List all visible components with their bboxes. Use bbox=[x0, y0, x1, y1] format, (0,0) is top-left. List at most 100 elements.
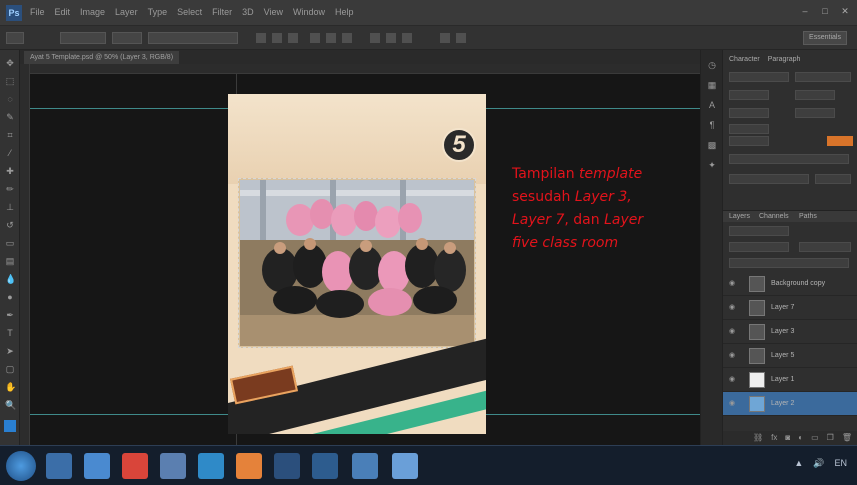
visibility-eye-icon[interactable]: ◉ bbox=[729, 400, 737, 408]
gradient-tool-icon[interactable]: ▤ bbox=[5, 256, 15, 266]
brush-tool-icon[interactable]: ✏ bbox=[5, 184, 15, 194]
adjustment-layer-icon[interactable]: ◐ bbox=[798, 431, 803, 445]
vertical-ruler[interactable] bbox=[20, 64, 30, 445]
document-canvas[interactable]: 5 bbox=[228, 94, 486, 434]
menu-window[interactable]: Window bbox=[293, 7, 325, 17]
eraser-tool-icon[interactable]: ▭ bbox=[5, 238, 15, 248]
layer-row[interactable]: ◉ Layer 3 bbox=[723, 320, 857, 344]
language-indicator[interactable]: EN bbox=[834, 458, 847, 469]
vertical-scale-field[interactable] bbox=[729, 124, 769, 134]
paint-app-icon[interactable] bbox=[392, 453, 418, 479]
3d-mode-icon[interactable] bbox=[440, 33, 450, 43]
office-app-icon[interactable] bbox=[236, 453, 262, 479]
options-checkbox-field[interactable] bbox=[148, 32, 238, 44]
hand-tool-icon[interactable]: ✋ bbox=[5, 382, 16, 392]
layer-row[interactable]: ◉ Layer 5 bbox=[723, 344, 857, 368]
font-family-field[interactable] bbox=[729, 72, 789, 82]
shape-tool-icon[interactable]: ▢ bbox=[5, 364, 15, 374]
vlc-app-icon[interactable] bbox=[198, 453, 224, 479]
eyedropper-tool-icon[interactable]: ⁄ bbox=[5, 148, 15, 158]
media-player-app-icon[interactable] bbox=[84, 453, 110, 479]
options-dropdown-2[interactable] bbox=[112, 32, 142, 44]
photoshop-app-icon[interactable] bbox=[274, 453, 300, 479]
3d-mode-icon[interactable] bbox=[456, 33, 466, 43]
delete-layer-icon[interactable]: 🗑 bbox=[842, 431, 852, 445]
layer-row-selected[interactable]: ◉ Layer 2 bbox=[723, 392, 857, 416]
new-group-icon[interactable]: ▭ bbox=[811, 431, 819, 445]
crop-tool-icon[interactable]: ⌗ bbox=[5, 130, 15, 140]
marquee-tool-icon[interactable]: ⬚ bbox=[5, 76, 15, 86]
link-layers-icon[interactable]: ⛓ bbox=[753, 431, 763, 445]
minimize-icon[interactable]: – bbox=[799, 6, 811, 16]
visibility-eye-icon[interactable]: ◉ bbox=[729, 304, 737, 312]
menu-select[interactable]: Select bbox=[177, 7, 202, 17]
lock-fill-row[interactable] bbox=[729, 258, 849, 268]
align-center-icon[interactable] bbox=[272, 33, 282, 43]
text-style-buttons[interactable] bbox=[729, 154, 849, 164]
menu-filter[interactable]: Filter bbox=[212, 7, 232, 17]
menu-3d[interactable]: 3D bbox=[242, 7, 254, 17]
language-select[interactable] bbox=[729, 174, 809, 184]
layer-row[interactable]: ◉ Layer 1 bbox=[723, 368, 857, 392]
paragraph-icon[interactable]: ¶ bbox=[707, 120, 717, 130]
volume-icon[interactable]: 🔊 bbox=[813, 458, 824, 469]
gmail-app-icon[interactable] bbox=[160, 453, 186, 479]
character-icon[interactable]: A bbox=[707, 100, 717, 110]
document-tab[interactable]: Ayat 5 Template.psd @ 50% (Layer 3, RGB/… bbox=[24, 51, 180, 64]
tab-paths[interactable]: Paths bbox=[799, 213, 817, 220]
pen-tool-icon[interactable]: ✒ bbox=[5, 310, 15, 320]
start-button-icon[interactable] bbox=[6, 451, 36, 481]
layer-filter-select[interactable] bbox=[729, 226, 789, 236]
menu-image[interactable]: Image bbox=[80, 7, 105, 17]
distribute-icon[interactable] bbox=[386, 33, 396, 43]
photoshop-app-icon[interactable] bbox=[312, 453, 338, 479]
tab-paragraph[interactable]: Paragraph bbox=[768, 56, 801, 66]
align-left-icon[interactable] bbox=[256, 33, 266, 43]
visibility-eye-icon[interactable]: ◉ bbox=[729, 328, 737, 336]
blur-tool-icon[interactable]: 💧 bbox=[5, 274, 16, 284]
menu-help[interactable]: Help bbox=[335, 7, 354, 17]
visibility-eye-icon[interactable]: ◉ bbox=[729, 376, 737, 384]
align-right-icon[interactable] bbox=[288, 33, 298, 43]
history-icon[interactable]: ◷ bbox=[707, 60, 717, 70]
folder-app-icon[interactable] bbox=[352, 453, 378, 479]
tray-arrow-icon[interactable]: ▲ bbox=[794, 458, 803, 469]
move-tool-icon[interactable]: ✥ bbox=[5, 58, 15, 68]
align-bottom-icon[interactable] bbox=[342, 33, 352, 43]
visibility-eye-icon[interactable]: ◉ bbox=[729, 280, 737, 288]
chrome-app-icon[interactable] bbox=[122, 453, 148, 479]
layer-row[interactable]: ◉ Layer 7 bbox=[723, 296, 857, 320]
add-mask-icon[interactable]: ◙ bbox=[785, 431, 790, 445]
path-select-tool-icon[interactable]: ➤ bbox=[5, 346, 15, 356]
properties-icon[interactable]: ▦ bbox=[707, 80, 717, 90]
align-middle-icon[interactable] bbox=[326, 33, 336, 43]
type-tool-icon[interactable]: T bbox=[5, 328, 15, 338]
zoom-tool-icon[interactable]: 🔍 bbox=[5, 400, 16, 410]
healing-tool-icon[interactable]: ✚ bbox=[5, 166, 15, 176]
foreground-color-icon[interactable] bbox=[4, 420, 16, 432]
tool-preset-picker[interactable] bbox=[6, 32, 24, 44]
menu-edit[interactable]: Edit bbox=[55, 7, 71, 17]
menu-type[interactable]: Type bbox=[148, 7, 168, 17]
font-size-field[interactable] bbox=[729, 90, 769, 100]
canvas-area[interactable]: 5 Tampilan template sesudah Layer 3, Lay… bbox=[30, 74, 700, 445]
leading-field[interactable] bbox=[795, 90, 835, 100]
history-brush-tool-icon[interactable]: ↺ bbox=[5, 220, 15, 230]
lasso-tool-icon[interactable]: ◌ bbox=[5, 94, 15, 104]
tracking-field[interactable] bbox=[795, 108, 835, 118]
maximize-icon[interactable]: □ bbox=[819, 6, 831, 16]
new-layer-icon[interactable]: ❐ bbox=[827, 431, 834, 445]
layer-row[interactable]: ◉ Background copy bbox=[723, 272, 857, 296]
text-color-swatch[interactable] bbox=[827, 136, 853, 146]
dodge-tool-icon[interactable]: ● bbox=[5, 292, 15, 302]
menu-layer[interactable]: Layer bbox=[115, 7, 138, 17]
baseline-shift-field[interactable] bbox=[729, 136, 769, 146]
menu-file[interactable]: File bbox=[30, 7, 45, 17]
options-dropdown-1[interactable] bbox=[60, 32, 106, 44]
visibility-eye-icon[interactable]: ◉ bbox=[729, 352, 737, 360]
kerning-field[interactable] bbox=[729, 108, 769, 118]
quick-select-tool-icon[interactable]: ✎ bbox=[5, 112, 15, 122]
opacity-field[interactable] bbox=[799, 242, 851, 252]
distribute-icon[interactable] bbox=[370, 33, 380, 43]
anti-alias-select[interactable] bbox=[815, 174, 851, 184]
